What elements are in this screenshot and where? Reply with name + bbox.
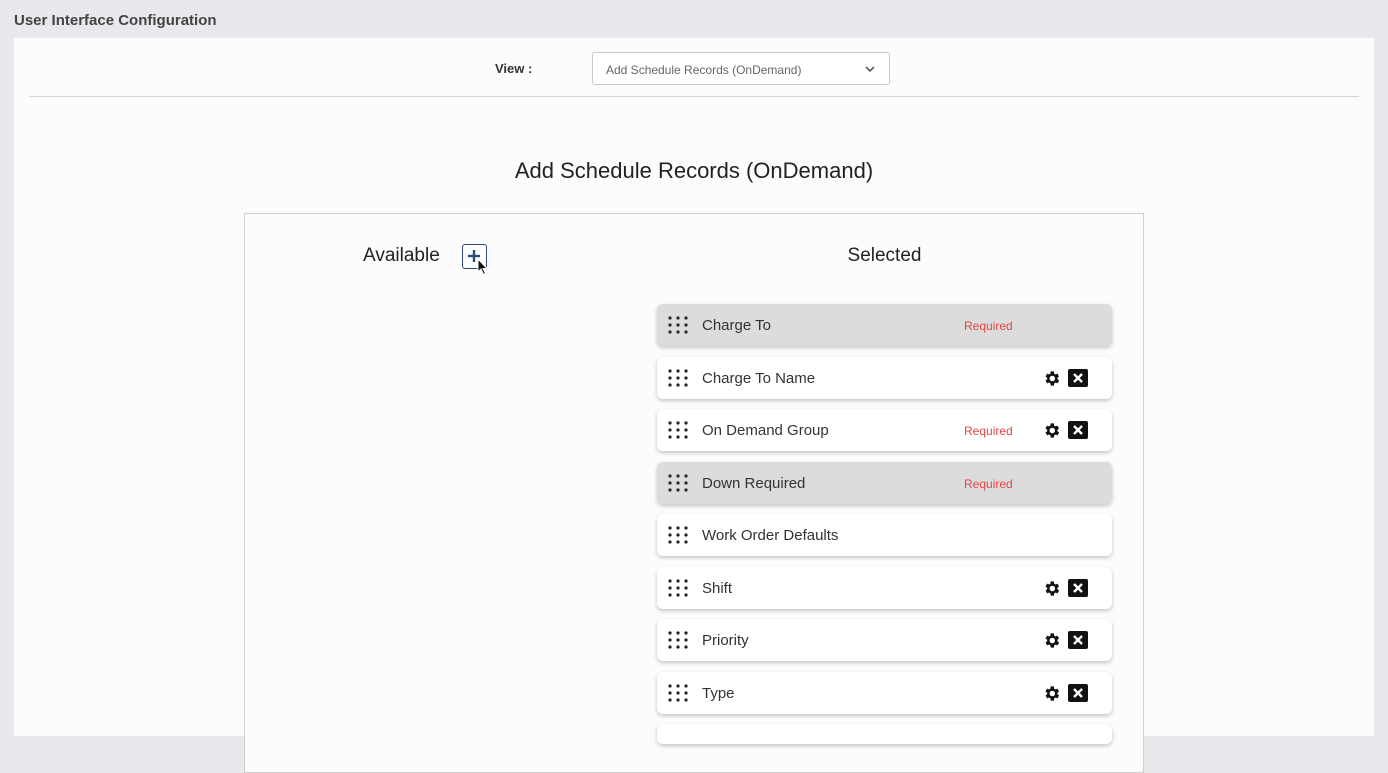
field-label: Down Required: [702, 474, 806, 492]
selected-fields-list: Charge To Required Charge To Name On Demand…: [657, 304, 1112, 755]
field-label: Charge To: [702, 317, 771, 334]
selected-field-item[interactable]: On Demand Group Required: [657, 409, 1112, 451]
gear-icon[interactable]: [1042, 369, 1061, 388]
divider: [29, 96, 1359, 97]
drag-handle-icon[interactable]: [668, 578, 688, 597]
gear-icon[interactable]: [1042, 421, 1061, 440]
selected-field-item[interactable]: Priority: [657, 619, 1112, 661]
view-label: View :: [495, 61, 533, 76]
drag-handle-icon[interactable]: [668, 421, 688, 439]
field-label: On Demand Group: [702, 422, 829, 439]
field-label: Shift: [702, 579, 733, 597]
drag-handle-icon[interactable]: [668, 631, 688, 649]
drag-handle-icon[interactable]: [668, 683, 688, 702]
selected-field-item[interactable]: Down Required Required: [657, 461, 1112, 504]
field-label: Priority: [702, 632, 749, 649]
drag-handle-icon[interactable]: [668, 473, 688, 492]
selected-field-item[interactable]: Shift: [657, 566, 1112, 609]
close-box-icon[interactable]: [1068, 631, 1088, 649]
page-title: Add Schedule Records (OnDemand): [514, 158, 874, 183]
app-title: User Interface Configuration: [14, 12, 217, 29]
selected-field-item[interactable]: Work Order Defaults: [657, 514, 1112, 556]
mouse-cursor-icon: [477, 258, 489, 276]
view-dropdown-value: Add Schedule Records (OnDemand): [606, 63, 802, 77]
selected-field-item[interactable]: Type: [657, 671, 1112, 714]
field-label: Charge To Name: [702, 369, 816, 387]
gear-icon[interactable]: [1042, 631, 1061, 650]
chevron-down-icon: [865, 66, 875, 73]
required-badge: Required: [964, 476, 1013, 491]
drag-handle-icon[interactable]: [668, 316, 688, 334]
close-box-icon[interactable]: [1068, 578, 1088, 597]
close-box-icon[interactable]: [1068, 683, 1088, 702]
required-badge: Required: [964, 319, 1013, 333]
field-config-box: Available Selected Charge To Required Char…: [244, 213, 1144, 773]
drag-handle-icon[interactable]: [668, 368, 688, 387]
view-dropdown[interactable]: Add Schedule Records (OnDemand): [592, 52, 890, 85]
selected-field-item[interactable]: Charge To Required: [657, 304, 1112, 346]
close-box-icon[interactable]: [1068, 368, 1088, 387]
required-badge: Required: [964, 424, 1013, 438]
main-panel: View : Add Schedule Records (OnDemand) A…: [14, 38, 1374, 773]
field-label: Work Order Defaults: [702, 527, 839, 544]
drag-handle-icon[interactable]: [668, 526, 688, 544]
gear-icon[interactable]: [1042, 579, 1061, 598]
gear-icon[interactable]: [1042, 684, 1061, 703]
selected-field-item[interactable]: Charge To Name: [657, 356, 1112, 399]
available-heading: Available: [363, 245, 440, 266]
view-selector-row: View : Add Schedule Records (OnDemand): [14, 38, 1374, 97]
selected-field-item[interactable]: [657, 724, 1112, 744]
field-label: Type: [702, 684, 735, 702]
close-box-icon[interactable]: [1068, 421, 1088, 439]
selected-heading: Selected: [847, 245, 922, 266]
